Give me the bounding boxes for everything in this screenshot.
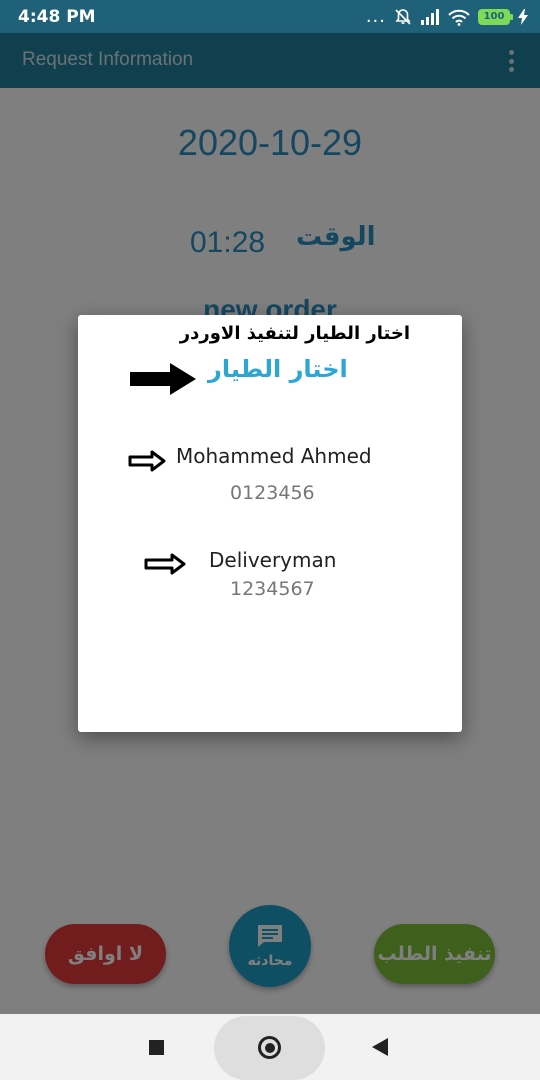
status-icons: ... 100 xyxy=(366,7,528,27)
status-time: 4:48 PM xyxy=(18,7,96,27)
pilot-name: Mohammed Ahmed xyxy=(176,444,372,468)
status-bar: 4:48 PM ... 100 xyxy=(0,0,540,33)
select-pilot-dialog: اختار الطيار لتنفيذ الاوردر اختار الطيار… xyxy=(78,315,462,732)
wifi-icon xyxy=(448,9,470,26)
charging-icon xyxy=(518,9,528,25)
pilot-item[interactable]: Deliveryman 1234567 xyxy=(78,545,462,615)
dialog-annotation: اختار الطيار لتنفيذ الاوردر xyxy=(179,323,410,344)
pilot-phone: 0123456 xyxy=(230,482,315,504)
pilot-phone: 1234567 xyxy=(230,578,315,600)
signal-icon xyxy=(421,9,439,25)
arrow-right-icon xyxy=(130,363,196,395)
recents-icon[interactable] xyxy=(149,1040,164,1055)
dialog-title: اختار الطيار xyxy=(208,355,348,383)
system-nav-bar xyxy=(0,1014,540,1080)
notifications-off-icon xyxy=(395,9,411,25)
home-icon[interactable] xyxy=(258,1036,281,1059)
pilot-name: Deliveryman xyxy=(209,548,337,572)
more-notifications-icon: ... xyxy=(365,6,386,27)
back-icon[interactable] xyxy=(372,1038,388,1056)
battery-icon: 100 xyxy=(478,9,513,25)
arrow-right-icon xyxy=(128,450,166,472)
pilot-item[interactable]: Mohammed Ahmed 0123456 xyxy=(78,440,462,510)
arrow-right-icon xyxy=(144,553,186,575)
